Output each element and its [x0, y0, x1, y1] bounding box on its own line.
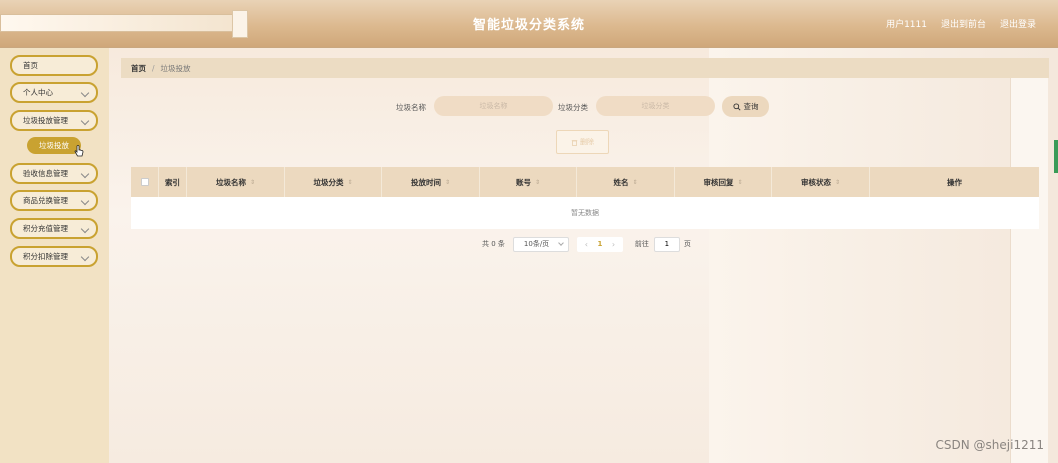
- user-link[interactable]: 用户1111: [886, 17, 927, 30]
- total-count: 共 0 条: [482, 240, 505, 248]
- column-header-garbage-name[interactable]: 垃圾名称 ⇕: [187, 167, 285, 197]
- back-to-front-link[interactable]: 退出到前台: [941, 17, 986, 30]
- empty-text: 暂无数据: [571, 209, 599, 217]
- chevron-down-icon: [80, 88, 90, 98]
- sidebar-item-home[interactable]: 首页: [10, 55, 98, 76]
- breadcrumb: 首页 / 垃圾投放: [121, 58, 1049, 78]
- chevron-down-icon: [80, 224, 90, 234]
- breadcrumb-separator: /: [152, 63, 155, 73]
- sidebar-item-garbage-management[interactable]: 垃圾投放管理: [10, 110, 98, 131]
- background-door: [1010, 78, 1048, 463]
- watermark: CSDN @sheji1211: [935, 438, 1044, 452]
- sidebar-item-label: 个人中心: [23, 88, 53, 97]
- garbage-name-input[interactable]: [434, 96, 553, 116]
- submenu-item-label: 垃圾投放: [39, 141, 69, 150]
- garbage-category-input[interactable]: [596, 96, 715, 116]
- column-header-review-status[interactable]: 审核状态 ⇕: [772, 167, 870, 197]
- goto-suffix: 页: [683, 240, 691, 248]
- sort-icon[interactable]: ⇕: [250, 179, 255, 186]
- column-header-account[interactable]: 账号 ⇕: [480, 167, 577, 197]
- sort-icon[interactable]: ⇕: [535, 179, 540, 186]
- sidebar-item-goods-exchange[interactable]: 商品兑换管理: [10, 190, 98, 211]
- sidebar-item-label: 商品兑换管理: [23, 196, 68, 205]
- top-header: 智能垃圾分类系统 用户1111 退出到前台 退出登录: [0, 0, 1058, 48]
- pagination: 共 0 条 10条/页 ‹ 1 › 前往 页: [482, 236, 691, 252]
- sort-icon[interactable]: ⇕: [835, 179, 840, 186]
- submenu-item-garbage-drop[interactable]: 垃圾投放: [27, 137, 81, 154]
- sidebar-item-label: 积分充值管理: [23, 224, 68, 233]
- column-header-label: 账号: [515, 177, 531, 187]
- column-header-label: 审核状态: [800, 177, 831, 187]
- column-header-index: 索引: [159, 167, 187, 197]
- column-header-garbage-category[interactable]: 垃圾分类 ⇕: [285, 167, 382, 197]
- next-page-icon[interactable]: ›: [612, 240, 615, 249]
- side-tab[interactable]: [1054, 140, 1058, 173]
- header-nav: 用户1111 退出到前台 退出登录: [886, 17, 1036, 30]
- page-number[interactable]: 1: [597, 240, 602, 248]
- select-all-cell: [131, 167, 159, 197]
- chevron-down-icon: [80, 252, 90, 262]
- query-button[interactable]: 查询: [722, 96, 769, 117]
- breadcrumb-current: 垃圾投放: [160, 63, 191, 73]
- sort-icon[interactable]: ⇕: [347, 179, 352, 186]
- column-header-review-reply[interactable]: 审核回复 ⇕: [675, 167, 772, 197]
- table-header: 索引 垃圾名称 ⇕ 垃圾分类 ⇕ 投放时间 ⇕ 账号 ⇕ 姓名 ⇕ 审核回复 ⇕ 审核状态 ⇕…: [131, 167, 1039, 197]
- column-header-label: 垃圾名称: [215, 177, 246, 187]
- trash-icon: [571, 139, 578, 146]
- search-icon: [732, 102, 741, 111]
- table-empty-row: 暂无数据: [131, 197, 1039, 229]
- page-size-select[interactable]: 10条/页: [512, 236, 569, 252]
- chevron-down-icon: [80, 169, 90, 179]
- garbage-category-label: 垃圾分类: [558, 103, 588, 112]
- column-header-actions: 操作: [870, 167, 1039, 197]
- column-header-label: 垃圾分类: [313, 177, 344, 187]
- column-header-label: 审核回复: [703, 177, 734, 187]
- column-header-label: 操作: [947, 177, 962, 187]
- column-header-label: 索引: [165, 177, 180, 187]
- chevron-down-icon: [80, 196, 90, 206]
- breadcrumb-home[interactable]: 首页: [131, 63, 146, 74]
- hand-cursor-icon: [74, 145, 84, 157]
- sort-icon[interactable]: ⇕: [445, 179, 450, 186]
- query-button-label: 查询: [743, 102, 759, 111]
- sidebar-item-points-deduction[interactable]: 积分扣除管理: [10, 246, 98, 267]
- sidebar-item-personal-center[interactable]: 个人中心: [10, 82, 98, 103]
- data-table: 索引 垃圾名称 ⇕ 垃圾分类 ⇕ 投放时间 ⇕ 账号 ⇕ 姓名 ⇕ 审核回复 ⇕ 审核状态 ⇕…: [131, 167, 1039, 229]
- sidebar-item-acceptance-management[interactable]: 验收信息管理: [10, 163, 98, 184]
- chevron-down-icon: [558, 239, 564, 246]
- delete-button-label: 删除: [580, 138, 594, 146]
- column-header-label: 投放时间: [410, 177, 441, 187]
- goto-label: 前往: [634, 240, 649, 248]
- select-all-checkbox[interactable]: [140, 178, 149, 186]
- garbage-name-label: 垃圾名称: [396, 103, 426, 112]
- logout-link[interactable]: 退出登录: [1000, 17, 1036, 30]
- sidebar-item-label: 积分扣除管理: [23, 252, 68, 261]
- page-size-value: 10条/页: [523, 240, 550, 248]
- prev-page-icon[interactable]: ‹: [585, 240, 588, 249]
- pager: ‹ 1 ›: [576, 236, 623, 252]
- sidebar-item-points-recharge[interactable]: 积分充值管理: [10, 218, 98, 239]
- column-header-name[interactable]: 姓名 ⇕: [577, 167, 675, 197]
- sort-icon[interactable]: ⇕: [632, 179, 637, 186]
- delete-button[interactable]: 删除: [556, 130, 609, 154]
- sidebar-item-label: 垃圾投放管理: [23, 116, 68, 125]
- sidebar-item-label: 验收信息管理: [23, 169, 68, 178]
- sidebar-item-label: 首页: [23, 61, 38, 70]
- chevron-down-icon: [80, 116, 90, 126]
- column-header-drop-time[interactable]: 投放时间 ⇕: [382, 167, 480, 197]
- column-header-label: 姓名: [613, 177, 629, 187]
- sort-icon[interactable]: ⇕: [737, 179, 742, 186]
- goto-page-input[interactable]: [653, 236, 680, 252]
